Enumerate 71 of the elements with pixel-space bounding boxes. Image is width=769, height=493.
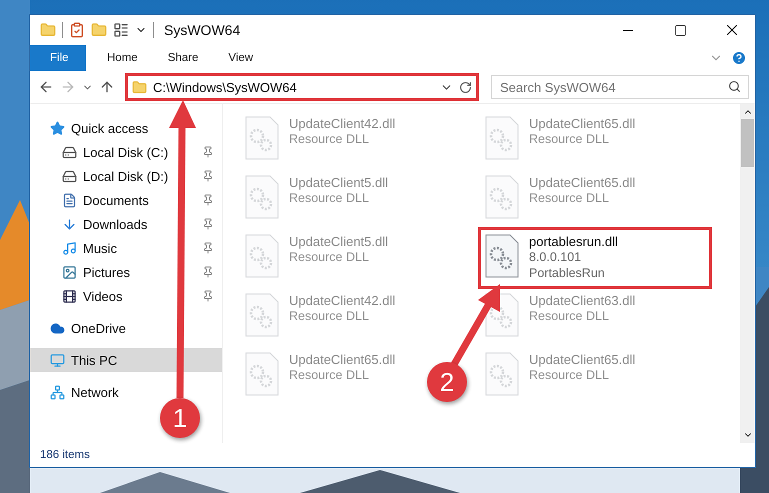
file-detail: Resource DLL [289,131,370,147]
file-item[interactable]: portablesrun.dll 8.0.0.101 PortablesRun [481,230,709,286]
sidebar-item[interactable]: This PC [30,348,222,372]
music-icon [62,240,77,256]
settings-file-icon [485,234,519,278]
file-detail: PortablesRun [529,265,606,281]
settings-file-icon [245,352,279,396]
scrollbar[interactable] [740,104,755,443]
sidebar-item[interactable]: Quick access [30,116,222,140]
download-icon [62,216,77,232]
ribbon-tab[interactable]: Share [154,45,212,71]
window-title: SysWOW64 [164,22,242,38]
settings-file-icon [485,352,519,396]
cloud-icon [50,320,65,336]
file-detail: Resource DLL [289,249,370,265]
file-detail: Resource DLL [289,308,370,324]
sidebar-item[interactable]: Local Disk (C:) [30,140,222,164]
settings-file-icon [485,116,519,160]
settings-file-icon [245,175,279,219]
item-count: 186 items [40,449,90,461]
file-name: UpdateClient65.dll [529,352,636,367]
drive-icon [62,144,77,160]
scroll-thumb[interactable] [741,119,754,167]
address-bar[interactable]: C:\Windows\SysWOW64 [125,73,479,101]
document-icon [62,192,77,208]
file-detail: Resource DLL [529,367,610,383]
file-name: UpdateClient63.dll [529,293,636,308]
view-icon[interactable] [113,22,129,38]
file-detail: 8.0.0.101 [529,249,582,265]
file-detail: Resource DLL [289,367,370,383]
refresh-icon[interactable] [459,80,472,94]
folder-icon [132,80,147,94]
sidebar-item[interactable]: OneDrive [30,316,222,340]
file-menu-button[interactable]: File [30,45,86,71]
settings-file-icon [245,116,279,160]
settings-file-icon [245,293,279,337]
file-detail: Resource DLL [529,190,610,206]
file-name: UpdateClient42.dll [289,116,396,131]
sidebar-item[interactable]: Videos [30,284,222,308]
ribbon-tab[interactable]: View [215,45,266,71]
maximize-icon [674,24,686,36]
sidebar-item[interactable]: Music [30,236,222,260]
file-detail: Resource DLL [289,190,370,206]
settings-file-icon [485,175,519,219]
search-icon [728,80,741,93]
sidebar-item[interactable]: Pictures [30,260,222,284]
file-name: UpdateClient5.dll [289,234,388,249]
file-detail: Resource DLL [529,308,610,324]
file-detail: Resource DLL [529,131,610,147]
sidebar-item[interactable]: Downloads [30,212,222,236]
file-name: UpdateClient42.dll [289,293,396,308]
properties-icon[interactable] [69,22,85,38]
film-icon [62,288,77,304]
star-icon [50,120,65,136]
file-name: UpdateClient5.dll [289,175,388,190]
settings-file-icon [245,234,279,278]
file-name: UpdateClient65.dll [289,352,396,367]
file-name: UpdateClient65.dll [529,116,636,131]
ribbon-tab[interactable]: Home [94,45,151,71]
address-path: C:\Windows\SysWOW64 [153,80,298,94]
file-name: UpdateClient65.dll [529,175,636,190]
drive-icon [62,168,77,184]
sidebar-item[interactable]: Local Disk (D:) [30,164,222,188]
monitor-icon [50,352,65,368]
picture-icon [62,264,77,280]
up-icon[interactable] [99,79,115,95]
network-icon [50,384,65,400]
sidebar-item[interactable]: Documents [30,188,222,212]
search-field[interactable]: Search SysWOW64 [491,75,749,99]
back-icon[interactable] [38,79,54,95]
file-name: portablesrun.dll [529,234,618,249]
